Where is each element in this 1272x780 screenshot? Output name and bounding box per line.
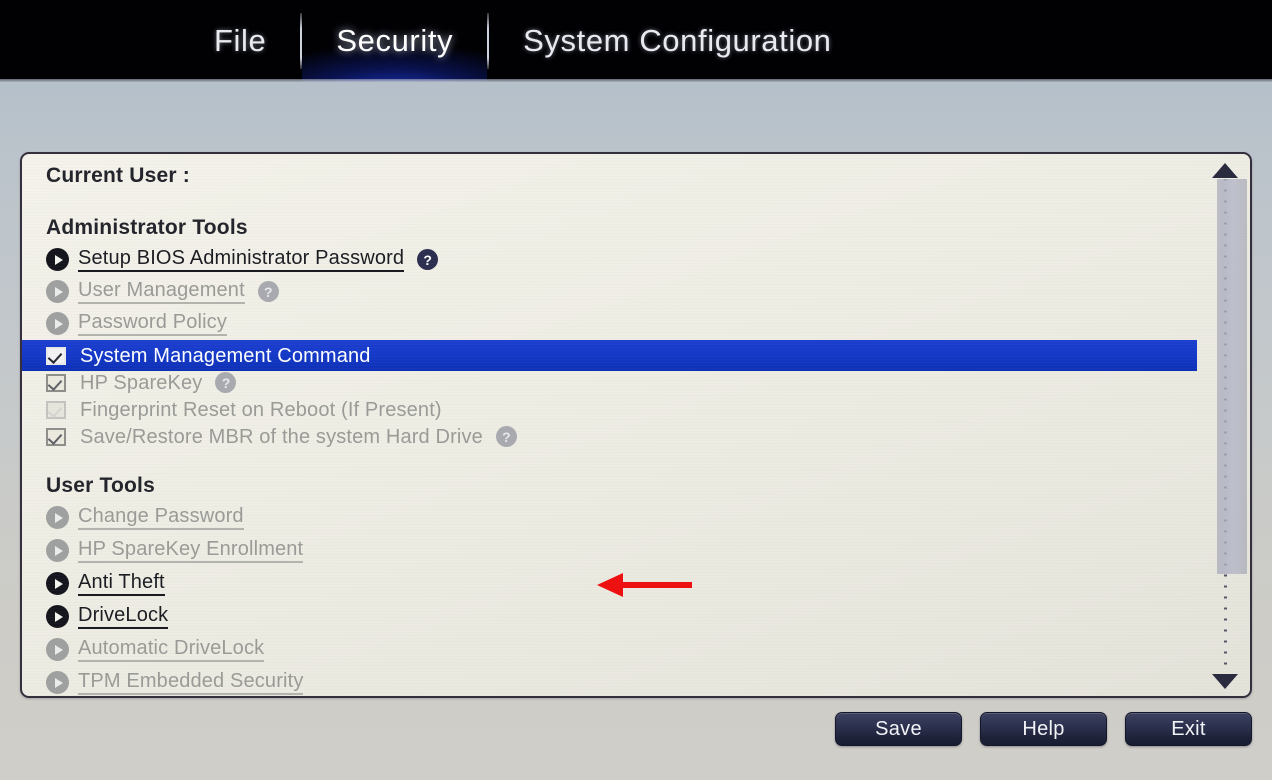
list-item-hp-sparekey-enrollment[interactable]: HP SpareKey Enrollment — [22, 535, 1197, 566]
save-button[interactable]: Save — [835, 712, 962, 746]
list-item-label: Setup BIOS Administrator Password — [78, 248, 405, 272]
menu-bar: File Security System Configuration — [0, 0, 1272, 82]
list-item-user-management[interactable]: User Management? — [22, 276, 1197, 307]
scrollbar-thumb[interactable] — [1217, 179, 1247, 574]
menu-items: File Security System Configuration — [180, 0, 866, 82]
help-button[interactable]: Help — [980, 712, 1107, 746]
list-item-label: Fingerprint Reset on Reboot (If Present) — [80, 398, 442, 421]
checkbox-hp-sparekey[interactable] — [46, 373, 66, 392]
list-item-save-restore-mbr-of-the-system-hard-drive[interactable]: Save/Restore MBR of the system Hard Driv… — [22, 421, 1197, 452]
arrow-bullet-icon — [46, 638, 69, 661]
checkbox-save-restore-mbr-of-the-system-hard-drive[interactable] — [46, 427, 66, 446]
list-item-label: System Management Command — [80, 344, 371, 367]
red-annotation-arrow — [597, 573, 692, 597]
list-item-label: DriveLock — [78, 605, 169, 629]
list-item-password-policy[interactable]: Password Policy — [22, 308, 1197, 339]
list-item-label: Automatic DriveLock — [78, 638, 265, 662]
user-tools-heading: User Tools — [46, 474, 155, 497]
help-icon[interactable]: ? — [495, 426, 517, 447]
arrow-bullet-icon — [46, 248, 69, 271]
list-item-label: HP SpareKey Enrollment — [78, 539, 304, 563]
scrollbar-track[interactable] — [1217, 179, 1247, 673]
help-icon[interactable]: ? — [257, 281, 279, 302]
list-item-tpm-embedded-security[interactable]: TPM Embedded Security — [22, 667, 1197, 696]
bios-setup-screen: File Security System Configuration Current… — [0, 0, 1272, 780]
help-icon[interactable]: ? — [215, 372, 237, 393]
list-item-label: Save/Restore MBR of the system Hard Driv… — [80, 425, 483, 448]
menu-item-system-configuration[interactable]: System Configuration — [489, 0, 865, 82]
help-icon[interactable]: ? — [417, 249, 439, 270]
list-item-setup-bios-administrator-password[interactable]: Setup BIOS Administrator Password? — [22, 244, 1197, 275]
menu-item-security[interactable]: Security — [302, 0, 488, 82]
list-item-change-password[interactable]: Change Password — [22, 502, 1197, 533]
list-item-label: User Management — [78, 280, 245, 304]
vertical-scrollbar[interactable] — [1210, 162, 1247, 690]
list-item-label: Change Password — [78, 506, 244, 530]
checkbox-system-management-command[interactable] — [46, 346, 66, 365]
administrator-tools-heading: Administrator Tools — [46, 216, 248, 239]
action-button-bar: Save Help Exit — [0, 706, 1272, 780]
arrow-bullet-icon — [46, 605, 69, 628]
current-user-label: Current User : — [46, 164, 190, 187]
exit-button[interactable]: Exit — [1125, 712, 1252, 746]
list-item-label: TPM Embedded Security — [78, 671, 304, 695]
scroll-down-arrow-icon[interactable] — [1210, 673, 1240, 690]
list-item-label: Anti Theft — [78, 572, 165, 596]
list-item-automatic-drivelock[interactable]: Automatic DriveLock — [22, 634, 1197, 665]
arrow-bullet-icon — [46, 280, 69, 303]
settings-list: Current User : Administrator Tools Setup… — [22, 154, 1197, 696]
scroll-up-arrow-icon[interactable] — [1210, 162, 1240, 179]
list-item-label: Password Policy — [78, 312, 227, 336]
arrow-bullet-icon — [46, 539, 69, 562]
arrow-bullet-icon — [46, 312, 69, 335]
arrow-bullet-icon — [46, 506, 69, 529]
list-item-drivelock[interactable]: DriveLock — [22, 601, 1197, 632]
arrow-bullet-icon — [46, 671, 69, 694]
checkbox-fingerprint-reset-on-reboot-if-present[interactable] — [46, 400, 66, 419]
security-settings-panel: Current User : Administrator Tools Setup… — [20, 152, 1252, 698]
list-item-label: HP SpareKey — [80, 371, 203, 394]
menu-item-file[interactable]: File — [180, 0, 300, 82]
arrow-bullet-icon — [46, 572, 69, 595]
